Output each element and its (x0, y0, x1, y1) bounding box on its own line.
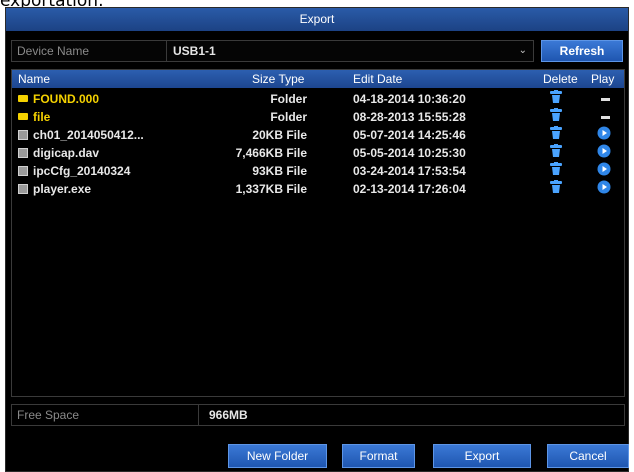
column-size-type[interactable]: Size Type (252, 70, 304, 88)
file-size-type: 7,466KB File (235, 146, 307, 160)
file-name: file (18, 108, 50, 126)
file-name-text: player.exe (33, 182, 92, 196)
file-row[interactable]: ch01_2014050412... 20KB File 05-07-2014 14… (12, 126, 624, 144)
play-icon[interactable] (597, 162, 613, 181)
free-space-row: Free Space 966MB (11, 404, 625, 426)
file-row[interactable]: ipcCfg_20140324 93KB File 03-24-2014 17:53… (12, 162, 624, 180)
device-name-row: Device Name USB1-1 ⌄ (11, 40, 534, 62)
trash-icon[interactable] (549, 90, 565, 109)
play-icon[interactable] (597, 144, 613, 163)
trash-icon[interactable] (549, 108, 565, 127)
file-icon (18, 147, 28, 158)
column-edit-date[interactable]: Edit Date (353, 70, 402, 88)
export-dialog: Export Device Name USB1-1 ⌄ Refresh Name… (5, 7, 629, 472)
dash-icon (597, 90, 613, 108)
file-size-type: 93KB File (252, 164, 307, 178)
file-edit-date: 08-28-2013 15:55:28 (353, 110, 466, 124)
device-name-value: USB1-1 (173, 44, 216, 58)
trash-icon[interactable] (549, 180, 565, 199)
column-play: Play (591, 72, 615, 86)
column-delete: Delete (543, 72, 578, 86)
dash-icon (597, 108, 613, 126)
file-name: FOUND.000 (18, 90, 99, 108)
device-name-label: Device Name (12, 41, 167, 61)
file-name: ipcCfg_20140324 (18, 162, 130, 180)
file-name: digicap.dav (18, 144, 99, 162)
file-list-header: Name Size Type Edit Date Delete Play (12, 70, 624, 88)
file-size-type: Folder (270, 92, 307, 106)
file-size-type: 1,337KB File (235, 182, 307, 196)
file-row[interactable]: file Folder 08-28-2013 15:55:28 (12, 108, 624, 126)
cancel-button[interactable]: Cancel (547, 444, 629, 468)
trash-icon[interactable] (549, 126, 565, 145)
trash-icon[interactable] (549, 144, 565, 163)
file-name: player.exe (18, 180, 91, 198)
play-icon[interactable] (597, 126, 613, 145)
file-list: Name Size Type Edit Date Delete Play FOU… (11, 69, 625, 397)
file-row[interactable]: digicap.dav 7,466KB File 05-05-2014 10:25:… (12, 144, 624, 162)
file-name-text: FOUND.000 (33, 92, 100, 106)
dialog-title: Export (6, 8, 628, 31)
file-edit-date: 05-05-2014 10:25:30 (353, 146, 466, 160)
file-row[interactable]: player.exe 1,337KB File 02-13-2014 17:26:0… (12, 180, 624, 198)
play-icon[interactable] (597, 180, 613, 199)
file-name-text: file (33, 110, 51, 124)
folder-icon (18, 113, 28, 121)
file-icon (18, 165, 28, 176)
device-name-select[interactable]: USB1-1 ⌄ (167, 41, 533, 61)
file-name-text: ipcCfg_20140324 (33, 164, 131, 178)
format-button[interactable]: Format (342, 444, 415, 468)
file-icon (18, 129, 28, 140)
folder-icon (18, 95, 28, 103)
file-edit-date: 05-07-2014 14:25:46 (353, 128, 466, 142)
file-name: ch01_2014050412... (18, 126, 144, 144)
file-edit-date: 03-24-2014 17:53:54 (353, 164, 466, 178)
file-row[interactable]: FOUND.000 Folder 04-18-2014 10:36:20 (12, 90, 624, 108)
refresh-button[interactable]: Refresh (541, 40, 623, 62)
file-size-type: Folder (270, 110, 307, 124)
file-rows: FOUND.000 Folder 04-18-2014 10:36:20 file Fo… (12, 90, 624, 198)
free-space-label: Free Space (12, 405, 199, 425)
file-name-text: ch01_2014050412... (33, 128, 144, 142)
file-size-type: 20KB File (252, 128, 307, 142)
file-icon (18, 183, 28, 194)
file-edit-date: 02-13-2014 17:26:04 (353, 182, 466, 196)
trash-icon[interactable] (549, 162, 565, 181)
export-button[interactable]: Export (433, 444, 531, 468)
chevron-down-icon: ⌄ (518, 45, 527, 56)
file-name-text: digicap.dav (33, 146, 100, 160)
file-edit-date: 04-18-2014 10:36:20 (353, 92, 466, 106)
column-name[interactable]: Name (18, 70, 50, 88)
new-folder-button[interactable]: New Folder (228, 444, 327, 468)
free-space-value: 966MB (209, 408, 248, 422)
